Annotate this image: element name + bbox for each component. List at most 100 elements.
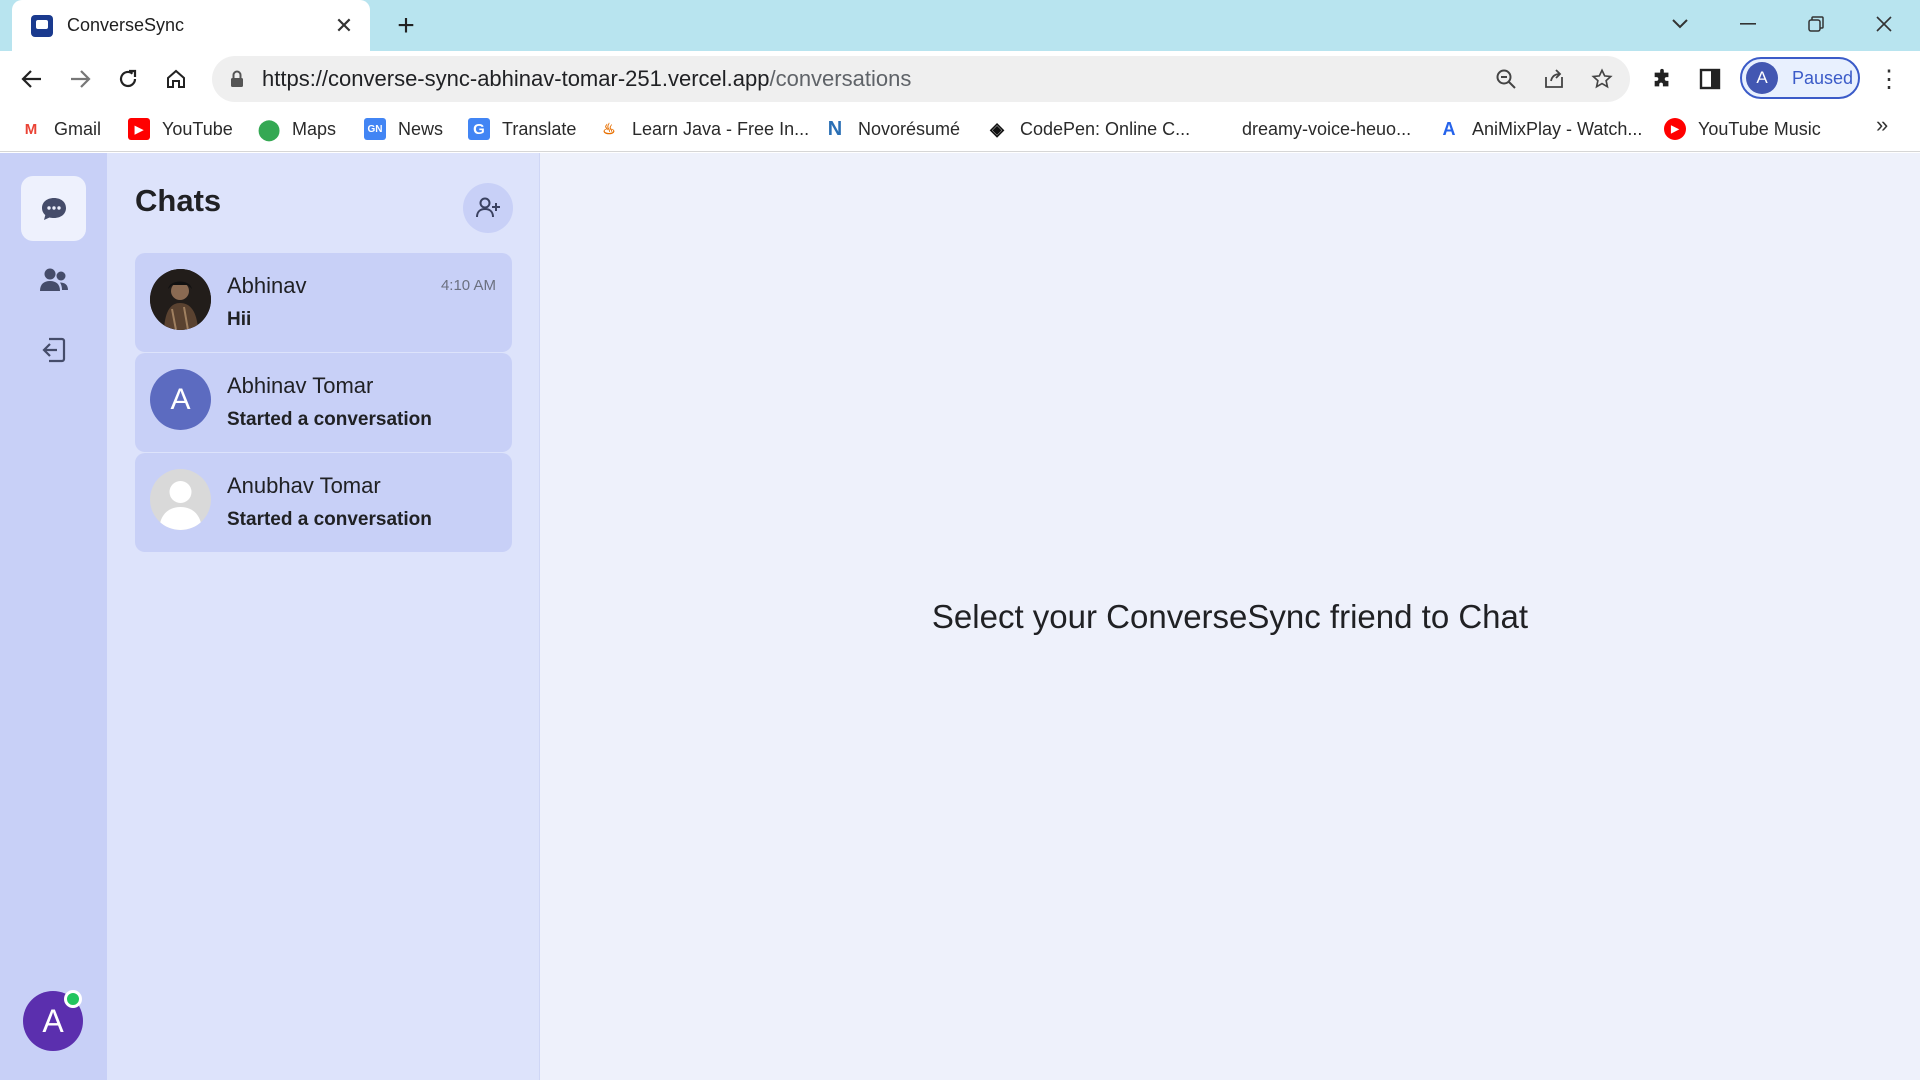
page-title: Chats — [135, 183, 222, 218]
bookmark-label: Gmail — [54, 118, 102, 139]
nav-chats-button[interactable] — [21, 176, 86, 241]
nav-rail: A — [0, 153, 107, 1080]
codepen-icon: ◈ — [990, 118, 1004, 139]
reload-icon — [119, 69, 137, 88]
bookmark-gmail[interactable]: M Gmail — [20, 114, 101, 144]
animixplay-icon: A — [1442, 118, 1456, 139]
minimize-icon — [1740, 23, 1756, 25]
zoom-icon[interactable] — [1486, 59, 1526, 99]
restore-button[interactable] — [1796, 8, 1836, 40]
url-path: /conversations — [769, 66, 912, 91]
bookmark-dreamy-voice[interactable]: dreamy-voice-heuo... — [1242, 114, 1411, 144]
youtube-music-icon: ▶ — [1664, 118, 1686, 140]
bookmarks-overflow-icon[interactable]: » — [1876, 112, 1888, 138]
bookmark-label: Translate — [502, 118, 577, 139]
maps-icon: ⬤ — [257, 118, 281, 141]
conversation-name: Anubhav Tomar — [227, 473, 381, 498]
bookmark-label: News — [398, 118, 444, 139]
news-icon: GN — [364, 118, 386, 140]
forward-button[interactable] — [62, 61, 98, 97]
bookmark-label: YouTube Music — [1698, 118, 1821, 139]
profile-status: Paused — [1792, 67, 1854, 88]
close-icon — [1876, 16, 1892, 32]
online-status-dot — [64, 990, 82, 1008]
minimize-button[interactable] — [1728, 8, 1768, 40]
restore-icon — [1808, 16, 1824, 32]
extensions-puzzle-icon[interactable] — [1644, 61, 1680, 97]
bookmark-label: AniMixPlay - Watch... — [1472, 118, 1643, 139]
avatar: A — [150, 369, 211, 430]
novoresume-icon: N — [827, 117, 843, 140]
tab-search-button[interactable] — [1660, 8, 1700, 40]
users-icon — [39, 268, 68, 291]
home-icon — [167, 69, 185, 88]
nav-logout-button[interactable] — [21, 317, 86, 382]
empty-state-message: Select your ConverseSync friend to Chat — [931, 597, 1529, 635]
conversesync-favicon-icon — [31, 14, 53, 37]
java-icon: ♨ — [602, 121, 616, 138]
default-user-icon — [159, 481, 202, 530]
bookmark-news[interactable]: GN News — [364, 114, 443, 144]
conversation-last-message: Started a conversation — [227, 409, 432, 430]
back-button[interactable] — [14, 61, 50, 97]
arrow-left-icon — [21, 70, 41, 88]
url-text: https://converse-sync-abhinav-tomar-251.… — [262, 66, 1486, 92]
logout-icon — [41, 337, 65, 362]
gmail-icon: M — [24, 120, 38, 138]
bookmarks-bar: M Gmail ▶ YouTube ⬤ Maps GN News G Trans… — [0, 106, 1920, 152]
browser-tab[interactable]: ConverseSync ✕ — [12, 0, 370, 51]
nav-users-button[interactable] — [21, 247, 86, 312]
browser-menu-icon[interactable]: ⋮ — [1874, 61, 1904, 97]
address-bar[interactable]: https://converse-sync-abhinav-tomar-251.… — [212, 56, 1630, 102]
browser-toolbar: https://converse-sync-abhinav-tomar-251.… — [0, 51, 1920, 106]
avatar — [150, 269, 211, 330]
home-button[interactable] — [158, 61, 194, 97]
bookmark-maps[interactable]: ⬤ Maps — [258, 114, 336, 144]
youtube-icon: ▶ — [128, 118, 150, 140]
star-icon[interactable] — [1582, 59, 1622, 99]
conversation-item[interactable]: A Abhinav Tomar Started a conversation — [135, 353, 512, 452]
bookmark-label: Maps — [292, 118, 337, 139]
side-panel-icon[interactable] — [1692, 61, 1728, 97]
bookmark-label: dreamy-voice-heuo... — [1242, 118, 1412, 139]
conversation-item[interactable]: Abhinav Hii 4:10 AM — [135, 253, 512, 352]
chat-bubble-icon — [41, 197, 66, 220]
tab-title: ConverseSync — [67, 15, 185, 35]
bookmark-learn-java[interactable]: ♨ Learn Java - Free In... — [598, 114, 809, 144]
conversation-list-panel: Chats Abhinav Hii 4:10 AM A Abhinav Toma… — [107, 153, 540, 1080]
close-window-button[interactable] — [1864, 8, 1904, 40]
bookmark-youtube[interactable]: ▶ YouTube — [128, 114, 233, 144]
add-friend-button[interactable] — [463, 183, 513, 233]
add-user-icon — [476, 197, 500, 218]
new-tab-button[interactable]: + — [390, 9, 422, 42]
profile-avatar: A — [1746, 62, 1778, 94]
conversation-last-message: Hii — [227, 309, 252, 330]
bookmark-label: Learn Java - Free In... — [632, 118, 810, 139]
bookmark-translate[interactable]: G Translate — [468, 114, 576, 144]
bookmark-animixplay[interactable]: A AniMixPlay - Watch... — [1438, 114, 1643, 144]
share-icon[interactable] — [1534, 59, 1574, 99]
browser-tabstrip: ConverseSync ✕ + — [0, 0, 1920, 51]
conversesync-app: A Chats Abhinav Hii 4:10 AM A Abhinav To… — [0, 153, 1920, 1080]
conversation-time: 4:10 AM — [440, 277, 496, 294]
conversation-name: Abhinav — [227, 273, 307, 298]
url-host: https://converse-sync-abhinav-tomar-251.… — [262, 66, 770, 91]
close-tab-icon[interactable]: ✕ — [330, 12, 358, 40]
lock-icon — [231, 70, 243, 87]
chat-empty-state: Select your ConverseSync friend to Chat — [540, 153, 1920, 1080]
bookmark-label: YouTube — [162, 118, 233, 139]
bookmark-youtube-music[interactable]: ▶ YouTube Music — [1664, 114, 1821, 144]
bookmark-codepen[interactable]: ◈ CodePen: Online C... — [986, 114, 1190, 144]
chevron-down-icon — [1672, 19, 1688, 29]
bookmark-label: CodePen: Online C... — [1020, 118, 1191, 139]
reload-button[interactable] — [110, 61, 146, 97]
bookmark-label: Novorésumé — [858, 118, 961, 139]
bookmark-novoresume[interactable]: N Novorésumé — [824, 114, 960, 144]
profile-photo-icon — [150, 269, 211, 330]
translate-icon: G — [468, 118, 490, 140]
conversation-item[interactable]: Anubhav Tomar Started a conversation — [135, 453, 512, 552]
conversation-last-message: Started a conversation — [227, 509, 432, 530]
avatar — [150, 469, 211, 530]
profile-button[interactable]: A Paused — [1740, 57, 1860, 99]
arrow-right-icon — [71, 70, 91, 88]
